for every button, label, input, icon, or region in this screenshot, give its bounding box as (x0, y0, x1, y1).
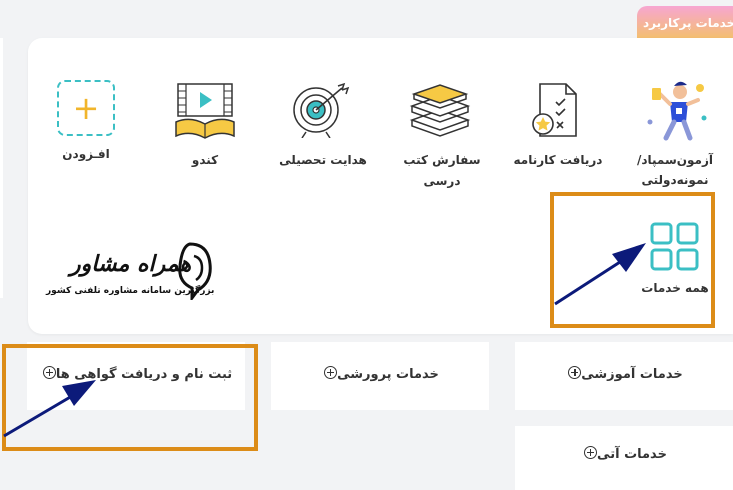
highlight-box-all-services (550, 192, 715, 328)
service-future-card[interactable]: خدمات آتی (515, 426, 733, 490)
highlight-box-registration (2, 344, 258, 451)
popular-services-badge: خدمات پرکاربرد (637, 6, 733, 40)
tile-label: کندو (191, 153, 219, 167)
popular-services-title: خدمات پرکاربرد (643, 16, 733, 30)
service-future-label: خدمات آتی (597, 447, 667, 462)
video-book-icon (175, 83, 235, 139)
watermark-title: همراه مشاور (70, 252, 192, 277)
tile-label: هدایت تحصیلی (279, 153, 367, 167)
tile-label: دریافت کارنامه (513, 153, 603, 167)
plus-circle-icon (568, 366, 582, 379)
tile-kandoo[interactable]: کندو (170, 82, 240, 168)
tile-label-line2: درسی (423, 174, 461, 188)
tile-order-books[interactable]: سفارش کتب درسی (400, 80, 484, 190)
tile-academic-guidance[interactable]: هدایت تحصیلی (278, 82, 368, 168)
book-stack-icon (409, 84, 471, 137)
service-education-label: خدمات آموزشی (581, 367, 683, 382)
add-tile-button[interactable]: + (57, 80, 115, 136)
person-running-icon (647, 81, 707, 141)
plus-icon: + (72, 89, 100, 127)
plus-circle-icon (584, 446, 598, 459)
left-strip (0, 38, 3, 298)
service-education-card[interactable]: خدمات آموزشی (515, 342, 733, 410)
target-arrow-icon (293, 82, 350, 138)
report-card-icon (532, 83, 577, 137)
service-development-label: خدمات پرورشی (337, 367, 439, 382)
plus-circle-icon (324, 366, 338, 379)
service-development-card[interactable]: خدمات پرورشی (271, 342, 489, 410)
watermark-subtitle: بزرگترین سامانه مشاوره تلفنی کشور (46, 286, 215, 296)
tile-label: آزمون‌سمپاد/نمونه‌دولتی (636, 153, 713, 187)
tile-add-label: افـزودن (50, 144, 122, 164)
tile-sampad-exam[interactable]: آزمون‌سمپاد/نمونه‌دولتی (612, 78, 733, 187)
tile-label-line1: سفارش کتب (403, 153, 481, 167)
tile-report-card[interactable]: دریافت کارنامه (512, 82, 604, 168)
tile-label: افـزودن (62, 147, 110, 161)
